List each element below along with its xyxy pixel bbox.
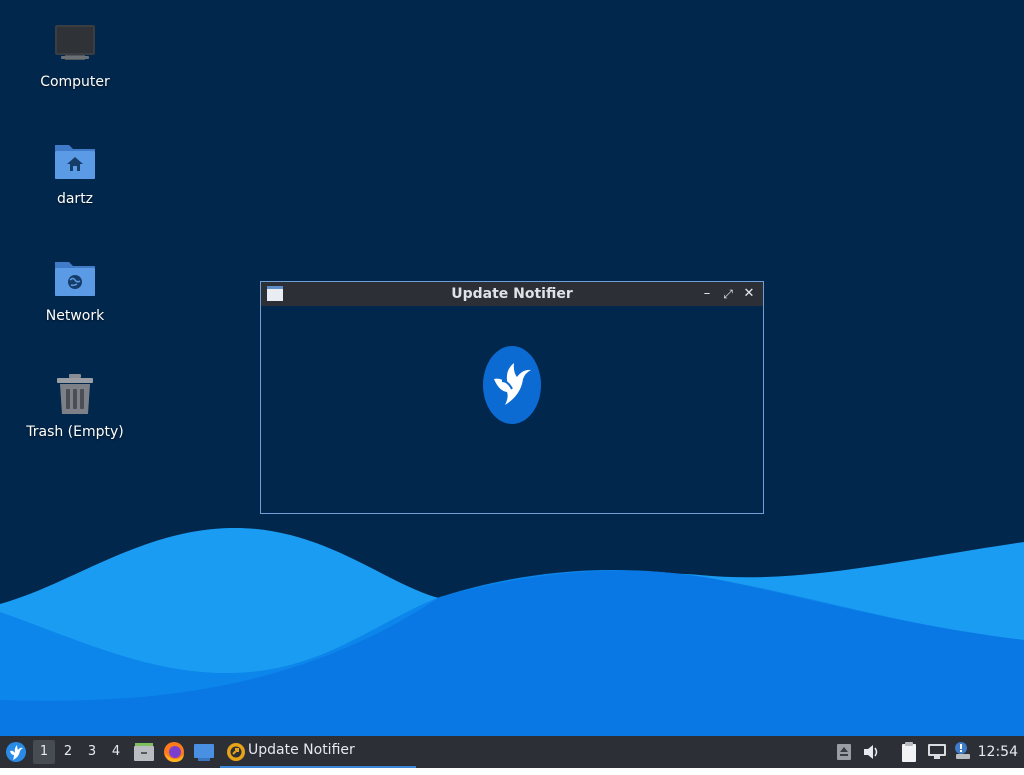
volume-icon [864,745,878,759]
desktop-icon-label: Network [45,308,105,324]
clipboard-icon [902,742,916,762]
update-notifier-window[interactable]: Update Notifier – ⤢ ✕ [260,281,764,514]
update-tray-icon [955,742,970,759]
taskbar-task-update-notifier[interactable]: Update Notifier [220,736,416,768]
computer-icon [51,22,99,70]
clipboard-tray[interactable] [898,736,920,768]
trash-icon [51,372,99,420]
firefox-icon [164,742,184,762]
minimize-icon: – [703,286,711,301]
desktop-icon-computer[interactable]: Computer [15,22,135,90]
taskbar-panel: 1 2 3 4 Update Notifier 12:54 [0,736,1024,768]
lubuntu-menu-icon [6,742,26,762]
firefox-launcher[interactable] [162,736,186,768]
workspace-2[interactable]: 2 [57,736,79,768]
workspace-1[interactable]: 1 [33,740,55,764]
desktop-icon-network[interactable]: Network [15,256,135,324]
minimize-button[interactable]: – [697,284,717,304]
task-label: Update Notifier [248,742,355,758]
show-desktop-icon [194,744,214,761]
file-manager-launcher[interactable] [132,736,156,768]
workspace-3[interactable]: 3 [81,736,103,768]
show-desktop-launcher[interactable] [192,736,216,768]
desktop-icon-label: Computer [40,74,110,90]
network-tray[interactable] [926,736,948,768]
desktop-icon-trash[interactable]: Trash (Empty) [15,372,135,440]
desktop: Computer dartz Network Trash (Empty) Upd… [0,0,1024,736]
file-manager-icon [134,743,154,761]
window-body [261,306,763,513]
close-icon: ✕ [743,286,755,301]
maximize-icon: ⤢ [723,287,733,301]
removable-media-tray[interactable] [834,736,854,768]
desktop-icon-home[interactable]: dartz [15,139,135,207]
home-folder-icon [51,139,99,187]
network-folder-icon [51,256,99,304]
clock[interactable]: 12:54 [978,736,1018,768]
update-notifier-icon [227,743,245,761]
workspace-4[interactable]: 4 [105,736,127,768]
desktop-icon-label: Trash (Empty) [26,424,124,440]
update-tray[interactable] [952,736,974,768]
lubuntu-bird-icon [483,346,541,424]
network-icon [928,744,946,759]
close-button[interactable]: ✕ [739,284,759,304]
maximize-button[interactable]: ⤢ [718,284,738,304]
volume-tray[interactable] [860,736,884,768]
desktop-icon-label: dartz [56,191,94,207]
window-titlebar[interactable]: Update Notifier – ⤢ ✕ [261,282,763,306]
window-title: Update Notifier [451,286,573,302]
removable-media-icon [837,744,851,760]
main-menu-button[interactable] [2,736,30,768]
